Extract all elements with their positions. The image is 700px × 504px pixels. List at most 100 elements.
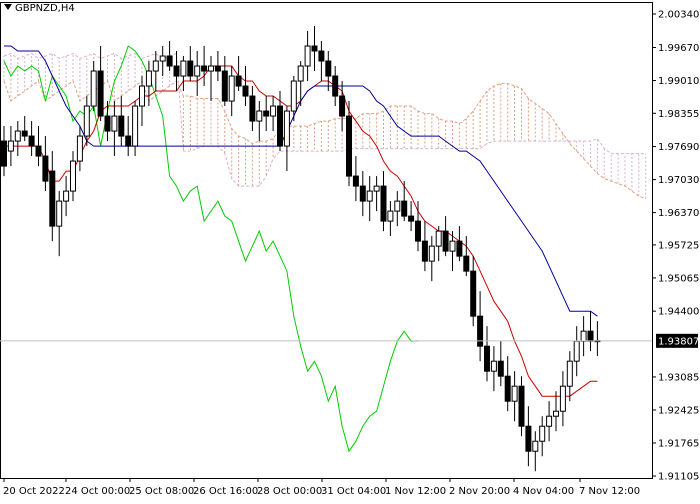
candle <box>159 46 166 77</box>
candle <box>194 51 201 97</box>
candle <box>283 106 290 172</box>
candle <box>387 201 394 237</box>
candle-body <box>297 65 304 82</box>
candle <box>28 121 35 157</box>
candle-body <box>201 65 208 72</box>
candle-body <box>139 85 145 107</box>
candle <box>435 226 442 262</box>
y-tick-label: 1.95065 <box>658 273 699 284</box>
y-tick-label: 1.96370 <box>658 208 699 219</box>
candle <box>49 151 56 242</box>
candle-body <box>194 65 201 77</box>
candle-body <box>332 75 339 97</box>
candle-body <box>249 95 256 122</box>
candle <box>566 351 573 402</box>
candle-body <box>580 330 587 342</box>
candle <box>484 326 490 382</box>
candle <box>118 96 125 147</box>
candle <box>63 176 70 217</box>
price-axis: 2.00340 1.99670 1.99010 1.98355 1.97690 1.970… <box>0 2 699 483</box>
candle-body <box>573 340 580 362</box>
x-tick-label: 2 Nov 20:00 <box>449 486 510 497</box>
candle-body <box>511 385 518 402</box>
candle <box>256 101 263 142</box>
candle <box>145 61 152 107</box>
candle <box>546 401 553 442</box>
triangle-down-icon[interactable] <box>4 4 12 10</box>
y-tick-label: 1.91765 <box>658 438 699 449</box>
candle-body <box>394 200 401 212</box>
candle-body <box>1 140 7 167</box>
candle-body <box>366 190 373 202</box>
candle <box>553 391 559 432</box>
y-tick-label: 1.97030 <box>658 175 699 186</box>
symbol-label: GBPNZD,H4 <box>15 3 75 14</box>
candle-body <box>532 440 539 452</box>
candle-body <box>214 65 221 72</box>
candle-body <box>401 200 408 217</box>
candle-body <box>63 190 70 202</box>
candle <box>366 176 373 222</box>
candle <box>70 151 76 202</box>
candle-body <box>449 240 456 252</box>
chart-area[interactable]: 2.00340 1.99670 1.99010 1.98355 1.97690 1.970… <box>0 0 700 500</box>
candle-body <box>263 110 270 117</box>
y-tick-label: 1.97690 <box>658 142 699 153</box>
candle <box>463 236 470 277</box>
candle-body <box>325 60 332 77</box>
candle-body <box>270 105 277 117</box>
candle-body <box>373 185 380 192</box>
candle <box>587 311 594 352</box>
candle-body <box>56 200 63 227</box>
candle <box>339 81 346 132</box>
candle <box>408 201 415 232</box>
candle-body <box>387 210 394 222</box>
candle <box>415 201 421 252</box>
candle-body <box>132 105 139 147</box>
y-tick-label: 1.93085 <box>658 372 699 383</box>
candle-body <box>173 65 180 77</box>
candle-body <box>125 135 132 147</box>
candle-body <box>290 80 297 112</box>
x-tick-label: 4 Nov 04:00 <box>513 486 574 497</box>
candle <box>166 41 173 72</box>
candle <box>304 31 311 82</box>
candle <box>518 376 525 437</box>
candle-body <box>256 110 263 122</box>
symbol-label-wrap[interactable]: GBPNZD,H4 <box>4 3 75 14</box>
y-tick-label: 1.92425 <box>658 405 699 416</box>
candle-body <box>304 45 311 67</box>
candle <box>21 116 28 142</box>
candle-body <box>470 270 477 317</box>
candle-body <box>228 75 235 102</box>
candle <box>525 406 532 467</box>
chart-svg[interactable]: 2.00340 1.99670 1.99010 1.98355 1.97690 1.970… <box>0 0 700 500</box>
candle <box>180 56 187 92</box>
candle-body <box>42 155 49 182</box>
candle-body <box>442 230 449 252</box>
candle-body <box>518 385 525 427</box>
candle-body <box>559 385 566 412</box>
candle-body <box>339 95 346 117</box>
candle-body <box>70 160 76 192</box>
candle <box>511 371 518 422</box>
candle-body <box>221 70 228 102</box>
candle-body <box>525 425 532 452</box>
y-tick-label: 1.99670 <box>658 43 699 54</box>
candle-body <box>49 170 56 227</box>
candle <box>456 226 463 262</box>
candle <box>139 76 145 127</box>
candle <box>263 96 270 132</box>
candle <box>594 321 601 357</box>
candle-body <box>408 215 415 222</box>
candle-body <box>104 115 111 132</box>
candle <box>490 346 497 392</box>
candle-body <box>490 360 497 372</box>
candle-body <box>21 130 28 137</box>
candle <box>76 126 83 172</box>
candle-body <box>152 60 159 72</box>
y-tick-label: 1.99010 <box>658 76 699 87</box>
candle <box>208 56 214 102</box>
candle <box>187 46 194 82</box>
x-tick-label: 7 Nov 12:00 <box>579 486 640 497</box>
